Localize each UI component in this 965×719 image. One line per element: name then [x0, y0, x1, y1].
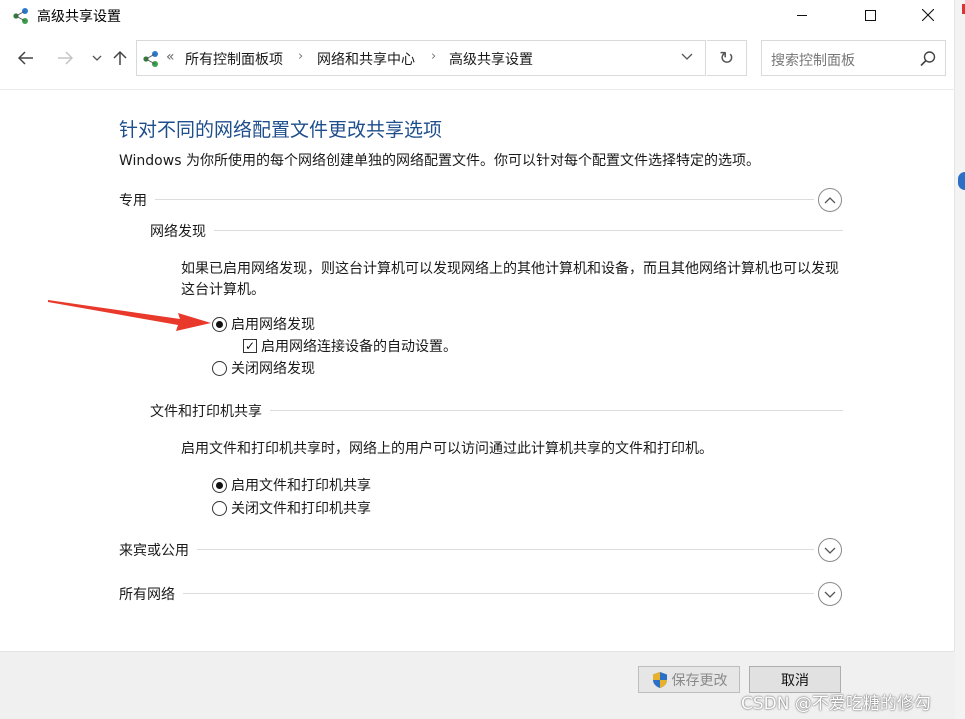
watermark: CSDN @不爱吃糖的修勾	[741, 694, 931, 714]
radio-disable-file-printer-sharing[interactable]: 关闭文件和打印机共享	[212, 498, 371, 518]
section-divider	[119, 199, 814, 200]
radio-button[interactable]	[212, 360, 227, 376]
file-printer-sharing-description: 启用文件和打印机共享时，网络上的用户可以访问通过此计算机共享的文件和打印机。	[181, 441, 713, 457]
title-bar: 高级共享设置	[0, 0, 955, 32]
page-title: 针对不同的网络配置文件更改共享选项	[119, 119, 443, 141]
address-dropdown-button[interactable]	[677, 49, 697, 63]
radio-enable-network-discovery[interactable]: 启用网络发现	[212, 314, 315, 334]
option-label[interactable]: 启用文件和打印机共享	[231, 475, 371, 495]
breadcrumb-network-sharing-center[interactable]: 网络和共享中心	[317, 49, 415, 69]
navigation-bar: « 所有控制面板项 › 网络和共享中心 › 高级共享设置 ↻ 搜索控制面板	[0, 38, 955, 80]
subsection-divider	[150, 230, 843, 231]
radio-button[interactable]	[212, 477, 227, 493]
uac-shield-icon	[652, 671, 667, 688]
expand-all-networks-button[interactable]	[818, 582, 842, 606]
address-bar[interactable]: « 所有控制面板项 › 网络和共享中心 › 高级共享设置	[136, 40, 706, 76]
checkbox-auto-setup-devices[interactable]: ✓ 启用网络连接设备的自动设置。	[243, 336, 457, 356]
control-panel-window: 高级共享设置 « 所有控制面板项 › 网络和共享中心 › 高级共享设置 ↻ 搜索…	[0, 0, 955, 719]
option-label[interactable]: 启用网络发现	[231, 314, 315, 334]
radio-button[interactable]	[212, 500, 227, 516]
option-label[interactable]: 关闭网络发现	[231, 358, 315, 378]
section-all-networks-label: 所有网络	[119, 584, 183, 604]
up-button[interactable]	[108, 46, 132, 70]
network-discovery-label: 网络发现	[150, 221, 214, 241]
checkmark-icon: ✓	[244, 339, 256, 353]
maximize-icon	[864, 9, 876, 21]
section-divider	[119, 593, 814, 594]
file-printer-sharing-header: 文件和打印机共享	[150, 399, 843, 421]
main-content: 针对不同的网络配置文件更改共享选项 Windows 为你所使用的每个网络创建单独…	[0, 89, 955, 650]
arrow-up-icon	[113, 50, 127, 65]
checkbox[interactable]: ✓	[243, 339, 257, 353]
minimize-button[interactable]	[779, 0, 825, 30]
section-guest-public-header[interactable]: 来宾或公用	[119, 537, 844, 563]
radio-disable-network-discovery[interactable]: 关闭网络发现	[212, 358, 315, 378]
cancel-button-label: 取消	[781, 672, 809, 689]
back-button[interactable]	[14, 46, 38, 70]
annotation-arrow	[48, 300, 211, 331]
radio-selected-dot	[216, 481, 223, 489]
close-icon	[922, 9, 934, 21]
section-guest-public-label: 来宾或公用	[119, 540, 197, 560]
refresh-icon: ↻	[718, 47, 735, 69]
chevron-down-icon	[824, 591, 836, 598]
section-private-header[interactable]: 专用	[119, 187, 844, 213]
option-label[interactable]: 启用网络连接设备的自动设置。	[261, 336, 457, 356]
breadcrumb-separator[interactable]: ›	[298, 49, 303, 64]
breadcrumb-all-control-panel-items[interactable]: 所有控制面板项	[185, 49, 283, 69]
search-icon[interactable]	[919, 50, 937, 68]
network-sharing-icon	[13, 8, 28, 24]
recent-locations-button[interactable]	[85, 46, 109, 70]
collapse-private-button[interactable]	[818, 188, 842, 212]
window-title: 高级共享设置	[37, 9, 121, 25]
arrow-left-icon	[18, 51, 33, 65]
radio-button[interactable]	[212, 316, 227, 332]
search-input[interactable]: 搜索控制面板	[761, 40, 946, 76]
chevron-down-icon	[92, 55, 102, 61]
file-printer-sharing-label: 文件和打印机共享	[150, 401, 270, 421]
breadcrumb-overflow[interactable]: «	[166, 49, 175, 65]
breadcrumb-separator[interactable]: ›	[431, 49, 436, 64]
dialog-footer: 保存更改 取消 CSDN @不爱吃糖的修勾	[0, 651, 955, 719]
page-description: Windows 为你所使用的每个网络创建单独的网络配置文件。你可以针对每个配置文…	[119, 153, 760, 169]
close-button[interactable]	[905, 0, 951, 30]
breadcrumb-advanced-sharing-settings[interactable]: 高级共享设置	[449, 49, 533, 69]
save-button-label: 保存更改	[671, 672, 728, 689]
network-discovery-header: 网络发现	[150, 219, 843, 241]
chevron-down-icon	[681, 53, 693, 60]
option-label[interactable]: 关闭文件和打印机共享	[231, 498, 371, 518]
network-discovery-description: 如果已启用网络发现，则这台计算机可以发现网络上的其他计算机和设备，而且其他网络计…	[181, 261, 839, 298]
background-edge-tab	[958, 172, 965, 190]
background-window-edge	[955, 0, 965, 719]
search-placeholder: 搜索控制面板	[771, 53, 855, 69]
maximize-button[interactable]	[847, 0, 893, 30]
save-changes-button[interactable]: 保存更改	[638, 666, 740, 693]
radio-enable-file-printer-sharing[interactable]: 启用文件和打印机共享	[212, 475, 371, 495]
minimize-icon	[797, 14, 807, 16]
expand-guest-public-button[interactable]	[818, 538, 842, 562]
section-private-label: 专用	[119, 190, 155, 210]
chevron-down-icon	[824, 547, 836, 554]
forward-button[interactable]	[53, 46, 77, 70]
refresh-button[interactable]: ↻	[707, 40, 747, 76]
chevron-up-icon	[824, 196, 836, 203]
arrow-right-icon	[58, 51, 73, 65]
section-all-networks-header[interactable]: 所有网络	[119, 581, 844, 607]
radio-selected-dot	[216, 320, 223, 328]
network-sharing-icon	[143, 51, 158, 67]
section-divider	[119, 549, 814, 550]
